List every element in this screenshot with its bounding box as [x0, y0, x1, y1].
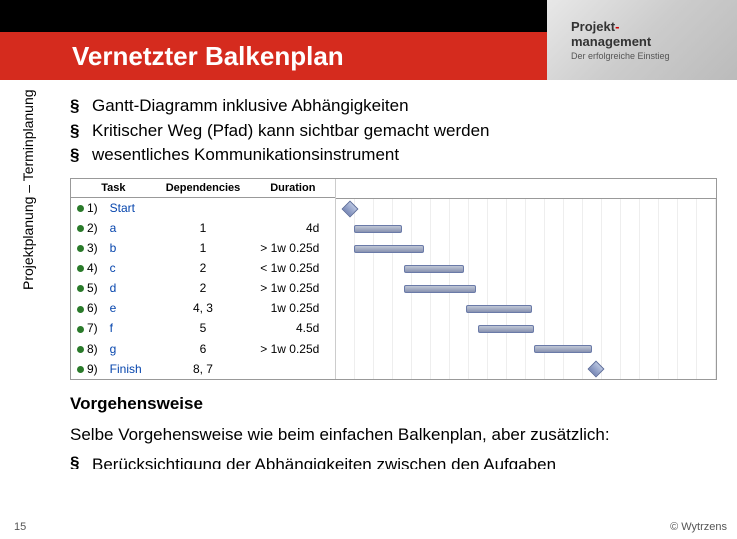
task-duration: > 1w 0.25d [250, 339, 335, 359]
slide-content: Gantt-Diagramm inklusive Abhängigkeiten … [0, 80, 737, 469]
logo-word-projekt: Projekt [571, 19, 615, 34]
logo-line2: management [571, 34, 737, 49]
col-task: Task [71, 179, 156, 198]
task-name: f [108, 318, 156, 338]
milestone-icon [342, 200, 359, 217]
row-dot-icon [77, 346, 84, 353]
gantt-bar [478, 325, 534, 333]
task-duration: 4.5d [250, 318, 335, 338]
gantt-bar [354, 245, 424, 253]
logo-dash: - [615, 19, 619, 34]
procedure-heading: Vorgehensweise [70, 394, 717, 414]
gantt-timeline-header [336, 179, 716, 199]
gantt-bar [466, 305, 532, 313]
task-duration: 1w 0.25d [250, 298, 335, 318]
task-duration: > 1w 0.25d [250, 238, 335, 258]
gantt-bar [404, 265, 464, 273]
procedure-bullet-cut: Berücksichtigung der Abhängigkeiten zwis… [70, 455, 717, 469]
task-name: b [108, 238, 156, 258]
table-row: 1)Start [71, 197, 335, 217]
gantt-bar [404, 285, 476, 293]
page-number: 15 [14, 521, 26, 533]
title-bar: Vernetzter Balkenplan Projekt- managemen… [0, 32, 737, 80]
row-dot-icon [77, 225, 84, 232]
col-dependencies: Dependencies [156, 179, 251, 198]
brand-logo: Projekt- management Der erfolgreiche Ein… [547, 0, 737, 80]
task-dependencies: 4, 3 [156, 298, 251, 318]
task-dependencies: 2 [156, 258, 251, 278]
logo-line1: Projekt- [571, 19, 737, 34]
procedure-text: Selbe Vorgehensweise wie beim einfachen … [70, 424, 717, 447]
milestone-icon [588, 360, 605, 377]
task-name: d [108, 278, 156, 298]
row-index: 3) [71, 238, 108, 258]
logo-tagline: Der erfolgreiche Einstieg [571, 51, 737, 61]
row-dot-icon [77, 306, 84, 313]
task-duration: > 1w 0.25d [250, 278, 335, 298]
task-duration [250, 197, 335, 217]
task-name: g [108, 339, 156, 359]
task-dependencies: 8, 7 [156, 359, 251, 379]
task-name: c [108, 258, 156, 278]
task-dependencies: 5 [156, 318, 251, 338]
table-row: 8)g6> 1w 0.25d [71, 339, 335, 359]
row-index: 2) [71, 218, 108, 238]
row-index: 4) [71, 258, 108, 278]
row-index: 1) [71, 197, 108, 217]
row-index: 8) [71, 339, 108, 359]
row-dot-icon [77, 205, 84, 212]
bullet-item: wesentliches Kommunikationsinstrument [70, 143, 717, 168]
gantt-bar [534, 345, 592, 353]
table-row: 3)b1> 1w 0.25d [71, 238, 335, 258]
row-dot-icon [77, 366, 84, 373]
task-dependencies: 6 [156, 339, 251, 359]
bullet-item: Kritischer Weg (Pfad) kann sichtbar gema… [70, 119, 717, 144]
task-duration [250, 359, 335, 379]
row-index: 6) [71, 298, 108, 318]
gantt-diagram: Task Dependencies Duration 1)Start2)a14d… [70, 178, 717, 380]
task-duration: < 1w 0.25d [250, 258, 335, 278]
task-name: Finish [108, 359, 156, 379]
task-name: a [108, 218, 156, 238]
task-dependencies: 1 [156, 238, 251, 258]
table-row: 6)e4, 31w 0.25d [71, 298, 335, 318]
table-row: 4)c2< 1w 0.25d [71, 258, 335, 278]
task-name: Start [108, 197, 156, 217]
copyright: © Wytrzens [670, 521, 727, 533]
bullet-list: Gantt-Diagramm inklusive Abhängigkeiten … [70, 94, 717, 168]
table-row: 5)d2> 1w 0.25d [71, 278, 335, 298]
col-duration: Duration [250, 179, 335, 198]
gantt-table: Task Dependencies Duration 1)Start2)a14d… [71, 179, 335, 379]
gantt-bar [354, 225, 402, 233]
task-dependencies: 2 [156, 278, 251, 298]
bullet-item: Gantt-Diagramm inklusive Abhängigkeiten [70, 94, 717, 119]
row-dot-icon [77, 265, 84, 272]
page-title: Vernetzter Balkenplan [72, 41, 344, 72]
gantt-bars [336, 199, 716, 379]
row-dot-icon [77, 245, 84, 252]
row-dot-icon [77, 326, 84, 333]
row-index: 5) [71, 278, 108, 298]
task-dependencies [156, 197, 251, 217]
row-dot-icon [77, 285, 84, 292]
task-duration: 4d [250, 218, 335, 238]
task-dependencies: 1 [156, 218, 251, 238]
task-name: e [108, 298, 156, 318]
table-row: 7)f54.5d [71, 318, 335, 338]
row-index: 9) [71, 359, 108, 379]
row-index: 7) [71, 318, 108, 338]
table-row: 2)a14d [71, 218, 335, 238]
gantt-chart-area [335, 179, 716, 379]
table-row: 9)Finish8, 7 [71, 359, 335, 379]
